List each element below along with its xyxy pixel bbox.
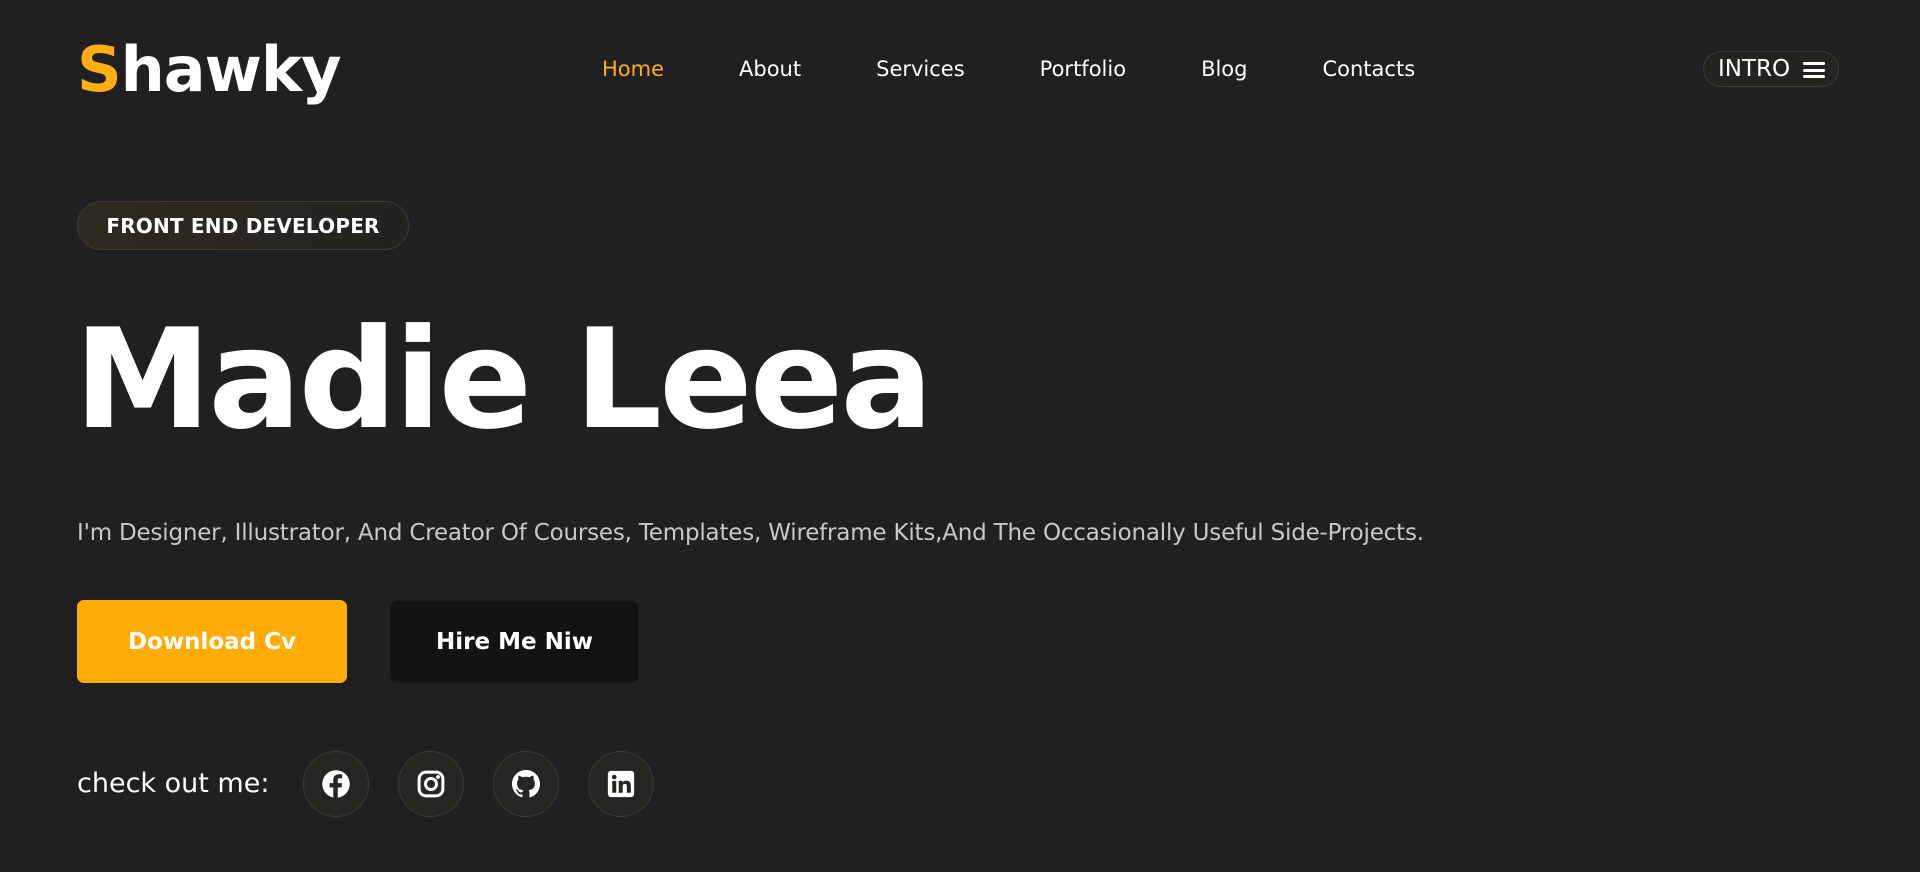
nav-item-about[interactable]: About <box>739 56 801 82</box>
nav-item-contacts[interactable]: Contacts <box>1322 56 1415 82</box>
hire-me-button[interactable]: Hire Me Niw <box>390 600 639 683</box>
github-icon <box>512 770 540 798</box>
instagram-link[interactable] <box>398 751 464 817</box>
main-nav: Home About Services Portfolio Blog Conta… <box>602 56 1415 82</box>
hero-tagline: I'm Designer, Illustrator, And Creator O… <box>77 520 1424 546</box>
landing-page: Shawky Home About Services Portfolio Blo… <box>0 0 1920 872</box>
instagram-icon <box>417 770 445 798</box>
intro-menu-button[interactable]: INTRO <box>1703 51 1839 87</box>
role-badge: FRONT END DEVELOPER <box>77 201 409 250</box>
nav-item-home[interactable]: Home <box>602 56 664 82</box>
linkedin-link[interactable] <box>588 751 654 817</box>
nav-item-portfolio[interactable]: Portfolio <box>1040 56 1126 82</box>
facebook-link[interactable] <box>303 751 369 817</box>
facebook-icon <box>322 770 350 799</box>
linkedin-icon <box>607 770 635 798</box>
brand-logo[interactable]: Shawky <box>77 32 342 108</box>
brand-logo-rest: hawky <box>120 33 342 106</box>
brand-logo-initial: S <box>77 33 122 106</box>
nav-item-blog[interactable]: Blog <box>1201 56 1247 82</box>
hero-title: Madie Leea <box>74 299 933 460</box>
social-label: check out me: <box>77 768 270 799</box>
nav-item-services[interactable]: Services <box>876 56 965 82</box>
hamburger-icon <box>1803 62 1825 78</box>
intro-label: INTRO <box>1718 56 1791 82</box>
github-link[interactable] <box>493 751 559 817</box>
download-cv-button[interactable]: Download Cv <box>77 600 347 683</box>
